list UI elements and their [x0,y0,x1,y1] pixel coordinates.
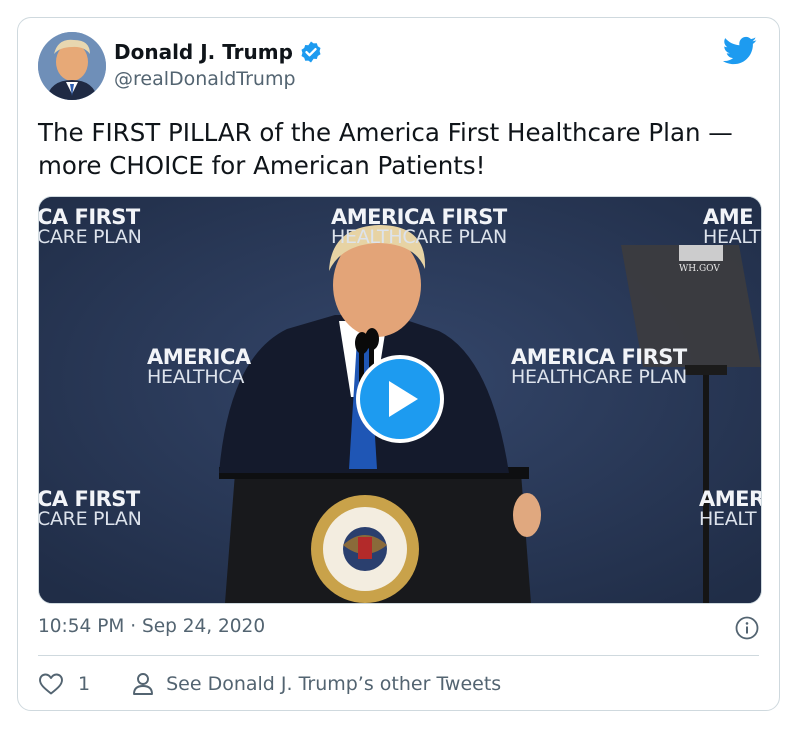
like-count: 1 [78,673,91,695]
info-icon[interactable] [735,616,759,640]
tweet-actions: 1 See Donald J. Trump’s other Tweets [38,672,501,696]
verified-badge-icon [301,41,321,63]
prompter-label: WH.GOV [679,264,720,274]
backdrop-logo: AME HEALT [703,205,761,248]
heart-icon[interactable] [38,672,64,696]
backdrop-logo: CA FIRST CARE PLAN [38,487,142,530]
play-icon [389,381,418,417]
backdrop-logo: AMERICA HEALTHCA [147,345,251,388]
see-other-tweets-link[interactable]: See Donald J. Trump’s other Tweets [166,673,501,695]
author-name-row[interactable]: Donald J. Trump [114,40,323,64]
video-player[interactable]: CA FIRST CARE PLAN AMERICA FIRST HEALTHC… [38,196,762,604]
backdrop-logo: CA FIRST CARE PLAN [38,205,142,248]
tweet-text: The FIRST PILLAR of the America First He… [38,118,733,180]
twitter-bird-icon[interactable] [723,36,757,66]
divider [38,655,759,656]
backdrop-logo: AMERICA FIRST HEALTHCARE PLAN [511,345,687,388]
person-icon [133,673,154,695]
backdrop-logo: AMERICA FIRST HEALTHCARE PLAN [331,205,507,248]
author-handle[interactable]: @realDonaldTrump [114,68,296,90]
tweet-card[interactable]: Donald J. Trump @realDonaldTrump The FIR… [17,17,780,711]
backdrop-logo: AMER HEALT [699,487,762,530]
author-name[interactable]: Donald J. Trump [114,40,293,64]
play-button[interactable] [356,355,444,443]
tweet-timestamp[interactable]: 10:54 PM · Sep 24, 2020 [38,616,265,637]
avatar[interactable] [38,32,106,100]
